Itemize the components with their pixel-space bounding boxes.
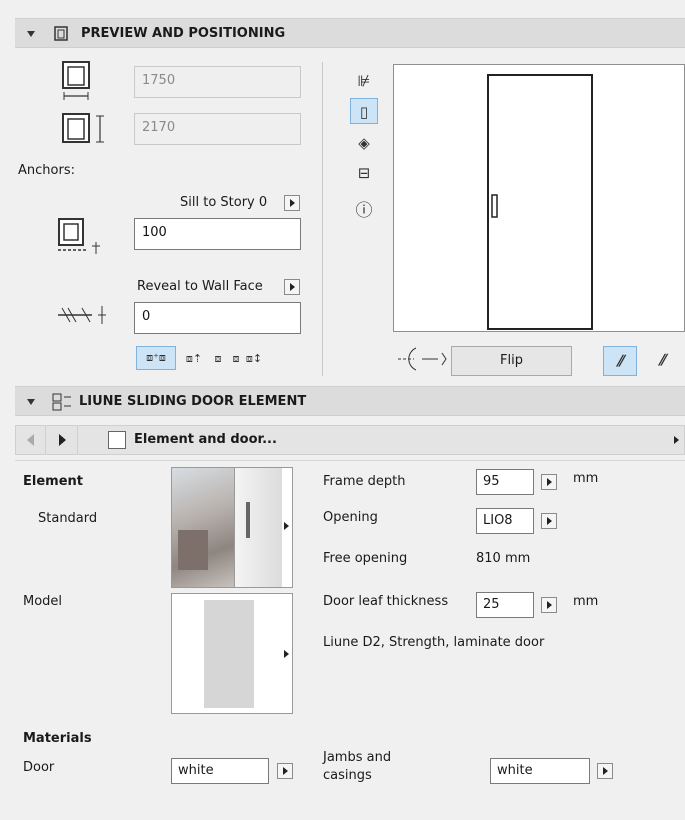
elevation-view-icon[interactable]: ▯: [350, 98, 378, 124]
width-field[interactable]: 1750: [134, 66, 301, 98]
opening-select[interactable]: LIO8: [476, 508, 534, 534]
anchors-label: Anchors:: [18, 163, 75, 178]
divider: [15, 460, 685, 461]
collapse-triangle-icon[interactable]: [27, 31, 35, 37]
door-leaf-thickness-input[interactable]: 25: [476, 592, 534, 618]
reveal-anchor-dropdown[interactable]: [284, 279, 300, 295]
window-settings-icon: [54, 26, 68, 41]
panel-divider: [322, 62, 323, 376]
object-settings-icon: [52, 393, 71, 411]
nav-forward-button[interactable]: [46, 426, 78, 454]
nav-back-button[interactable]: [16, 426, 46, 454]
standard-label: Standard: [38, 511, 98, 526]
frame-depth-unit: mm: [573, 471, 599, 486]
anchor-option-1-icon[interactable]: ⧈⁺⧈: [136, 346, 176, 370]
door-leaf-thickness-dropdown[interactable]: [541, 597, 557, 613]
reveal-value-input[interactable]: 0: [134, 302, 301, 334]
element-thumbnail[interactable]: [171, 467, 293, 588]
sill-anchor-dropdown[interactable]: [284, 195, 300, 211]
frame-depth-label: Frame depth: [323, 474, 406, 489]
section-view-icon[interactable]: ⊟: [350, 160, 378, 186]
door-description: Liune D2, Strength, laminate door: [323, 635, 545, 650]
preview-canvas[interactable]: [393, 64, 685, 332]
parameter-nav-bar: Element and door...: [15, 425, 685, 455]
plan-view-icon[interactable]: ⊯: [350, 68, 378, 94]
jambs-label-line1: Jambs and: [323, 750, 392, 765]
door-hinge-right-icon[interactable]: ⫽: [645, 346, 679, 376]
anchor-option-5-icon[interactable]: ⧈↕: [240, 346, 268, 372]
section-title: PREVIEW AND POSITIONING: [81, 26, 286, 41]
door-material-select[interactable]: white: [171, 758, 269, 784]
nav-dropdown-arrow-icon[interactable]: [674, 436, 679, 444]
reveal-anchor-label: Reveal to Wall Face: [137, 279, 263, 294]
flip-button[interactable]: Flip: [451, 346, 572, 376]
door-material-dropdown[interactable]: [277, 763, 293, 779]
height-icon: [62, 113, 104, 143]
3d-box-icon[interactable]: ◈: [350, 130, 378, 156]
door-hinge-left-icon[interactable]: ⫽: [603, 346, 637, 376]
frame-depth-dropdown[interactable]: [541, 474, 557, 490]
opening-dropdown[interactable]: [541, 513, 557, 529]
opening-label: Opening: [323, 510, 378, 525]
sill-value-input[interactable]: 100: [134, 218, 301, 250]
page-icon: [108, 431, 126, 449]
preview-section-header[interactable]: PREVIEW AND POSITIONING: [15, 18, 685, 48]
materials-label: Materials: [23, 731, 92, 746]
door-leaf-thickness-label: Door leaf thickness: [323, 594, 449, 609]
free-opening-label: Free opening: [323, 551, 408, 566]
door-material-label: Door: [23, 760, 55, 775]
flip-icon: [398, 347, 447, 371]
model-thumbnail[interactable]: [171, 593, 293, 714]
sill-anchor-label: Sill to Story 0: [180, 195, 268, 210]
section-title: LIUNE SLIDING DOOR ELEMENT: [79, 394, 307, 409]
door-leaf-thickness-unit: mm: [573, 594, 599, 609]
collapse-triangle-icon[interactable]: [27, 399, 35, 405]
frame-depth-input[interactable]: 95: [476, 469, 534, 495]
element-section-header[interactable]: LIUNE SLIDING DOOR ELEMENT: [15, 386, 685, 416]
width-icon: [62, 61, 90, 100]
jambs-material-dropdown[interactable]: [597, 763, 613, 779]
door-preview-drawing: [487, 74, 593, 330]
height-field[interactable]: 2170: [134, 113, 301, 145]
info-icon[interactable]: ⓘ: [350, 198, 378, 224]
element-label: Element: [23, 474, 83, 489]
sill-height-icon: [58, 218, 100, 254]
model-label: Model: [23, 594, 63, 609]
jambs-label-line2: casings: [323, 768, 372, 783]
free-opening-value: 810 mm: [476, 551, 531, 566]
jambs-material-select[interactable]: white: [490, 758, 590, 784]
reveal-icon: [58, 306, 106, 324]
nav-page-title[interactable]: Element and door...: [134, 432, 277, 447]
